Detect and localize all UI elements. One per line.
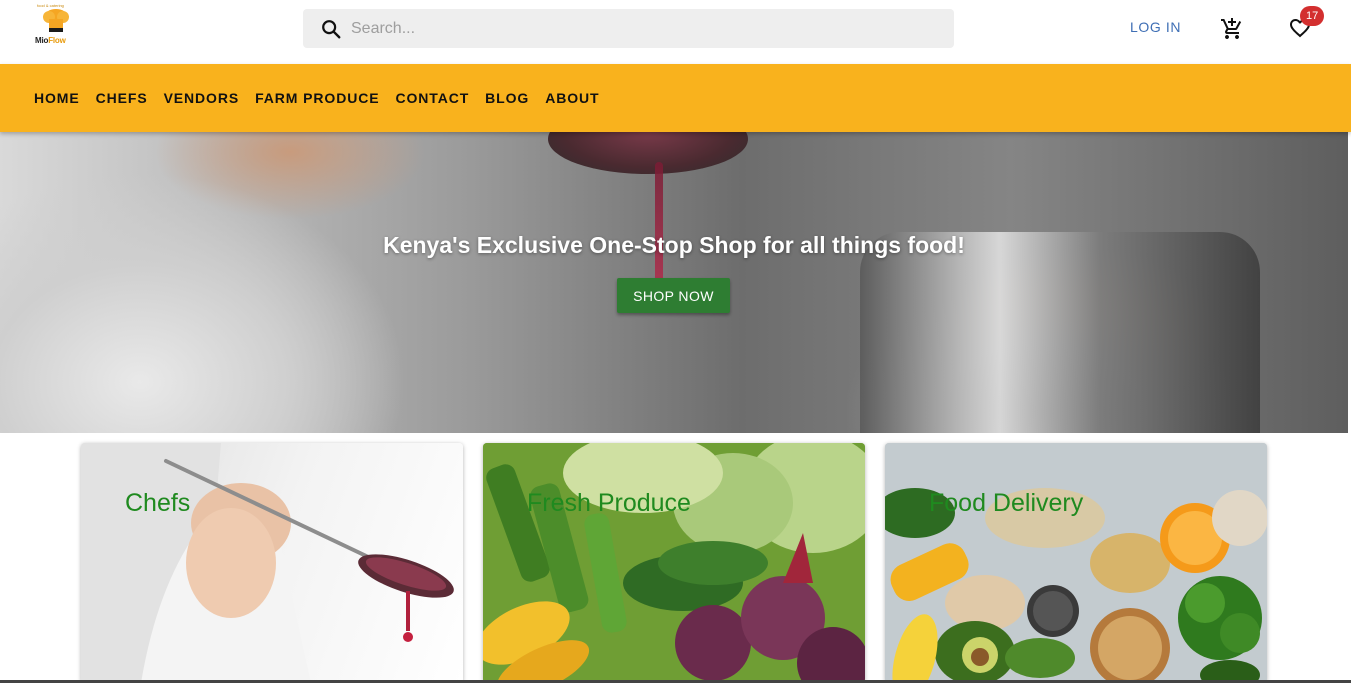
main-nav: HOME CHEFS VENDORS FARM PRODUCE CONTACT …	[0, 64, 1351, 132]
hero-sauce-drip-image	[655, 162, 663, 282]
search-bar	[303, 9, 954, 48]
site-logo[interactable]: food & catering MioFlow	[33, 3, 79, 47]
nav-item-blog[interactable]: BLOG	[477, 90, 537, 106]
search-icon[interactable]	[320, 18, 342, 40]
hero-pot-image	[860, 232, 1260, 433]
nav-item-about[interactable]: ABOUT	[537, 90, 607, 106]
wishlist-count-badge: 17	[1300, 6, 1325, 26]
top-header: food & catering MioFlow LOG IN 17	[0, 0, 1351, 64]
nav-list: HOME CHEFS VENDORS FARM PRODUCE CONTACT …	[26, 64, 608, 132]
chef-spoon-image	[81, 443, 454, 683]
login-link[interactable]: LOG IN	[1130, 19, 1181, 35]
card-title-chefs: Chefs	[125, 489, 191, 517]
add-shopping-cart-icon[interactable]	[1220, 17, 1244, 41]
nav-item-farm-produce[interactable]: FARM PRODUCE	[247, 90, 387, 106]
category-card-chefs[interactable]: Chefs	[81, 443, 463, 683]
card-title-fresh-produce: Fresh Produce	[527, 489, 691, 517]
nav-item-home[interactable]: HOME	[26, 90, 88, 106]
logo-brand-accent: Flow	[48, 36, 66, 45]
category-card-food-delivery[interactable]: Food Delivery	[885, 443, 1267, 683]
category-card-fresh-produce[interactable]: Fresh Produce	[483, 443, 865, 683]
fresh-produce-image	[483, 443, 865, 683]
shop-now-button[interactable]: SHOP NOW	[617, 278, 730, 313]
hero-ladle-image	[548, 132, 748, 174]
hero-banner: Kenya's Exclusive One-Stop Shop for all …	[0, 132, 1348, 433]
nav-item-chefs[interactable]: CHEFS	[88, 90, 156, 106]
card-title-food-delivery: Food Delivery	[929, 489, 1084, 517]
chef-hat-icon	[43, 9, 69, 32]
search-input[interactable]	[351, 9, 941, 48]
logo-brand-main: Mio	[35, 36, 49, 45]
logo-brand: MioFlow	[35, 36, 79, 45]
nav-item-vendors[interactable]: VENDORS	[156, 90, 248, 106]
food-delivery-image	[885, 443, 1267, 683]
hero-title: Kenya's Exclusive One-Stop Shop for all …	[383, 232, 965, 258]
nav-item-contact[interactable]: CONTACT	[387, 90, 477, 106]
